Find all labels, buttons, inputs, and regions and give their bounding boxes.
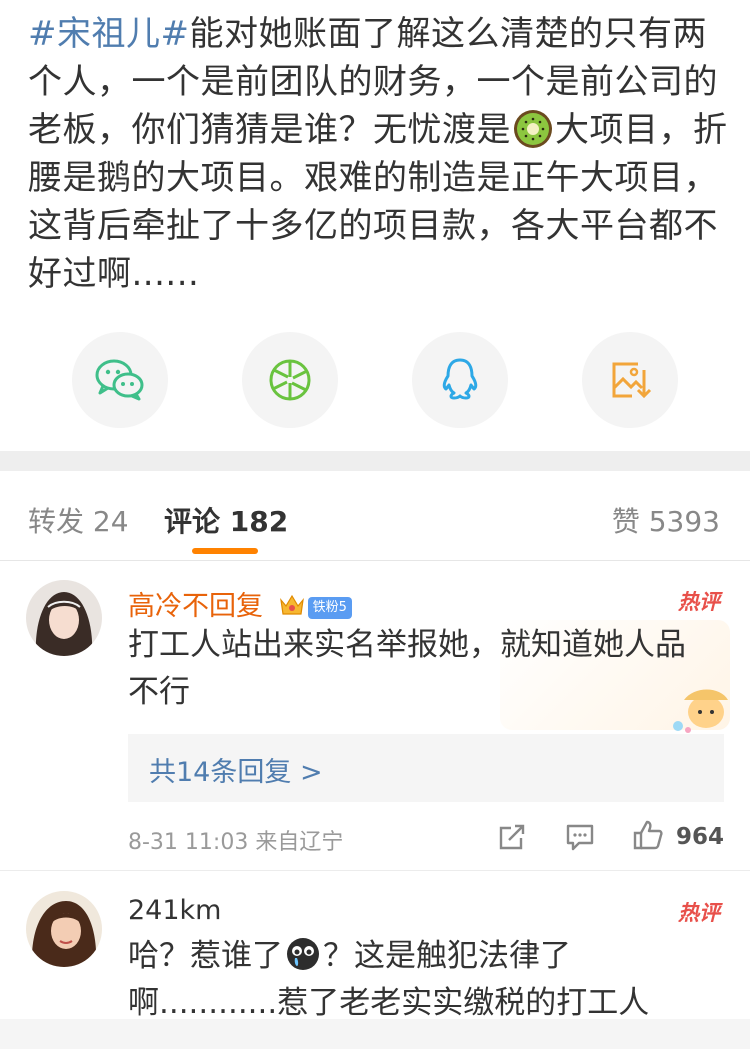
section-divider (0, 451, 750, 471)
comment-tabs: 转发 24 评论 182 赞 5393 (0, 472, 750, 561)
comment-text: 打工人站出来实名举报她，就知道她人品不行 (128, 627, 686, 710)
qq-icon (442, 358, 478, 400)
comment-meta: 8-31 11:03 来自辽宁 (128, 824, 343, 856)
share-wechat-button[interactable] (72, 332, 168, 428)
tab-reposts-label: 转发 (28, 505, 85, 538)
comment-author[interactable]: 高冷不回复 铁粉5 (128, 584, 352, 623)
comment-icon[interactable] (565, 823, 595, 851)
tab-reposts[interactable]: 转发 24 (28, 500, 129, 540)
like-count: 964 (676, 824, 725, 850)
hot-comment-badge: 热评 (678, 590, 720, 614)
crying-face-emoji-icon (287, 938, 319, 970)
wechat-icon (95, 359, 144, 401)
tab-comments-label: 评论 (164, 505, 221, 538)
tab-comments-count: 182 (229, 505, 289, 538)
share-moments-button[interactable] (242, 332, 338, 428)
avatar-image (26, 580, 102, 656)
comment-location: 来自辽宁 (255, 830, 344, 855)
bottom-fade (0, 1019, 750, 1049)
tab-comments[interactable]: 评论 182 (164, 500, 288, 540)
comment-text: 哈？惹谁了 ？这是触犯法律了啊............惹了老老实实缴税的打工人 (128, 933, 708, 1027)
moments-icon (269, 359, 311, 401)
share-icon[interactable] (497, 822, 527, 852)
active-tab-indicator (192, 548, 258, 554)
comment-time: 8-31 11:03 (128, 830, 249, 855)
comment-item: 高冷不回复 铁粉5 热评 打工人站出来实名举报她，就知道她人品不行 共14条回复… (0, 560, 750, 870)
author-name: 241km (128, 895, 222, 926)
like-icon[interactable] (632, 819, 664, 851)
avatar-image (26, 891, 102, 967)
tab-reposts-count: 24 (92, 505, 129, 538)
hashtag-link[interactable]: #宋祖儿# (28, 14, 189, 54)
comment-item: 241km 热评 哈？惹谁了 ？这是触犯法律了啊............惹了老老… (0, 871, 750, 1031)
avatar[interactable] (26, 580, 102, 656)
hot-comment-badge: 热评 (678, 901, 720, 925)
author-name: 高冷不回复 (128, 591, 263, 622)
tab-likes-count: 5393 (648, 505, 720, 538)
save-image-button[interactable] (582, 332, 678, 428)
share-qq-button[interactable] (412, 332, 508, 428)
crown-icon (279, 594, 304, 615)
view-replies-link[interactable]: 共14条回复 > (149, 750, 323, 789)
fan-level-badge: 铁粉5 (307, 597, 352, 619)
tab-likes[interactable]: 赞 5393 (612, 500, 720, 540)
avatar[interactable] (26, 891, 102, 967)
tab-likes-label: 赞 (611, 505, 640, 538)
save-image-icon (612, 362, 652, 399)
post-body: #宋祖儿#能对她账面了解这么清楚的只有两个人，一个是前团队的财务，一个是前公司的… (28, 10, 728, 298)
kiwi-emoji-icon (514, 110, 552, 148)
share-row (0, 332, 750, 428)
replies-box[interactable]: 共14条回复 > (128, 734, 724, 802)
comment-author[interactable]: 241km (128, 895, 221, 926)
comment-text-part-1: 哈？惹谁了 (128, 938, 283, 974)
